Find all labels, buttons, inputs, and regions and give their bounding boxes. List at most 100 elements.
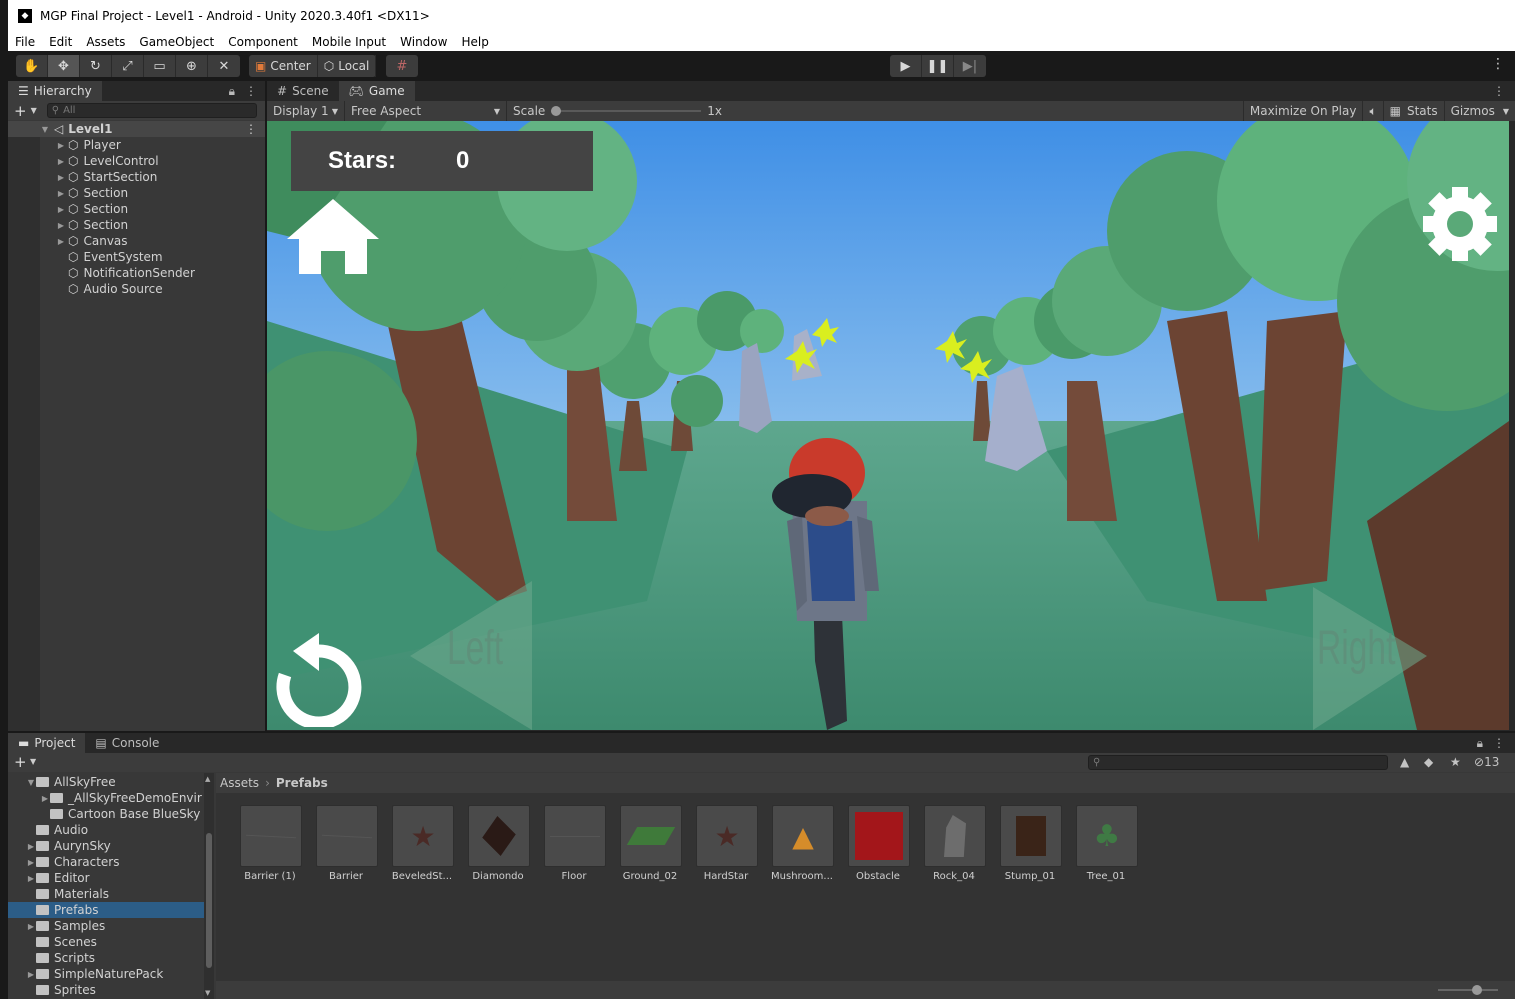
hierarchy-item[interactable]: ▶ ⬡ LevelControl bbox=[8, 153, 265, 169]
hierarchy-menu-icon[interactable]: ⋮ bbox=[245, 84, 257, 99]
game-viewport[interactable]: Stars: 0 Left Right bbox=[267, 121, 1509, 730]
mute-audio-icon[interactable]: 🔈︎ bbox=[1363, 101, 1384, 121]
create-dropdown-icon[interactable]: ▼ bbox=[31, 106, 37, 115]
expand-arrow-icon[interactable]: ▶ bbox=[26, 858, 36, 867]
menu-edit[interactable]: Edit bbox=[42, 35, 79, 49]
asset-item[interactable]: Ground_02 bbox=[612, 805, 688, 885]
scroll-down-icon[interactable]: ▼ bbox=[205, 989, 210, 997]
hierarchy-item[interactable]: ▶ ⬡ Section bbox=[8, 185, 265, 201]
pause-icon[interactable]: ❚❚ bbox=[922, 55, 954, 77]
gizmos-dropdown[interactable]: Gizmos ▼ bbox=[1445, 101, 1515, 121]
folder-item[interactable]: Scripts bbox=[8, 950, 204, 966]
asset-item[interactable]: ★ BeveledSt... bbox=[384, 805, 460, 885]
pivot-local-button[interactable]: ⬡ Local bbox=[318, 55, 377, 77]
stats-toggle[interactable]: ▦ Stats bbox=[1384, 101, 1445, 121]
scale-tool-icon[interactable]: ⤢ bbox=[112, 55, 144, 77]
favorite-star-icon[interactable]: ★ bbox=[1450, 755, 1461, 769]
expand-arrow-icon[interactable]: ▶ bbox=[26, 922, 36, 931]
step-icon[interactable]: ▶| bbox=[954, 55, 986, 77]
project-menu-icon[interactable]: ⋮ bbox=[1493, 736, 1505, 751]
asset-item[interactable]: ★ HardStar bbox=[688, 805, 764, 885]
hierarchy-item[interactable]: ▶ ⬡ Canvas bbox=[8, 233, 265, 249]
expand-arrow-icon[interactable]: ▶ bbox=[26, 970, 36, 979]
folder-item[interactable]: Cartoon Base BlueSky bbox=[8, 806, 204, 822]
play-icon[interactable]: ▶ bbox=[890, 55, 922, 77]
hierarchy-item[interactable]: ▶ ⬡ Section bbox=[8, 201, 265, 217]
create-plus-icon[interactable]: + bbox=[14, 753, 27, 771]
pivot-center-button[interactable]: ▣ Center bbox=[249, 55, 318, 77]
project-search-input[interactable]: ⚲ bbox=[1088, 755, 1388, 770]
folder-item[interactable]: Scenes bbox=[8, 934, 204, 950]
asset-item[interactable]: Floor bbox=[536, 805, 612, 885]
right-button[interactable]: Right bbox=[1317, 621, 1395, 676]
expand-arrow-icon[interactable]: ▶ bbox=[56, 205, 66, 214]
expand-arrow-icon[interactable]: ▶ bbox=[40, 794, 50, 803]
menu-component[interactable]: Component bbox=[221, 35, 305, 49]
scrollbar-thumb[interactable] bbox=[206, 833, 212, 968]
expand-arrow-icon[interactable]: ▶ bbox=[26, 842, 36, 851]
asset-item[interactable]: ♣ Tree_01 bbox=[1068, 805, 1144, 885]
transform-tool-icon[interactable]: ⊕ bbox=[176, 55, 208, 77]
rect-tool-icon[interactable]: ▭ bbox=[144, 55, 176, 77]
lock-icon[interactable]: 🔒︎ bbox=[229, 84, 235, 99]
expand-arrow-icon[interactable]: ▶ bbox=[26, 874, 36, 883]
tab-console[interactable]: ▤ Console bbox=[85, 733, 169, 753]
search-by-label-icon[interactable]: ◆ bbox=[1424, 755, 1433, 769]
expand-arrow-icon[interactable]: ▶ bbox=[56, 237, 66, 246]
tab-hierarchy[interactable]: ☰ Hierarchy bbox=[8, 81, 102, 101]
scale-slider[interactable] bbox=[551, 105, 702, 117]
hierarchy-item[interactable]: ▶ ⬡ Section bbox=[8, 217, 265, 233]
hidden-packages-button[interactable]: ⊘13 bbox=[1474, 755, 1499, 769]
folder-item[interactable]: Sprites bbox=[8, 982, 204, 998]
asset-item[interactable]: Diamondo bbox=[460, 805, 536, 885]
tab-project[interactable]: ▬ Project bbox=[8, 733, 86, 753]
create-plus-icon[interactable]: + bbox=[8, 102, 31, 120]
game-menu-icon[interactable]: ⋮ bbox=[1493, 84, 1515, 98]
folder-item[interactable]: Audio bbox=[8, 822, 204, 838]
asset-item[interactable]: Obstacle bbox=[840, 805, 916, 885]
folder-item[interactable]: ▶ AurynSky bbox=[8, 838, 204, 854]
expand-arrow-icon[interactable]: ▶ bbox=[56, 141, 66, 150]
hierarchy-item[interactable]: ▶ ⬡ Player bbox=[8, 137, 265, 153]
hand-tool-icon[interactable]: ✋ bbox=[16, 55, 48, 77]
folder-item[interactable]: ▶ SimpleNaturePack bbox=[8, 966, 204, 982]
hierarchy-search-input[interactable]: ⚲ All bbox=[46, 103, 257, 118]
folder-item[interactable]: ▼ AllSkyFree bbox=[8, 774, 204, 790]
thumbnail-size-thumb[interactable] bbox=[1472, 985, 1482, 995]
settings-button[interactable] bbox=[1412, 187, 1507, 261]
toolbar-more-icon[interactable]: ⋮ bbox=[1491, 56, 1505, 72]
display-dropdown[interactable]: Display 1 ▼ bbox=[267, 101, 345, 121]
asset-item[interactable]: Barrier bbox=[308, 805, 384, 885]
expand-arrow-icon[interactable]: ▶ bbox=[56, 157, 66, 166]
asset-item[interactable]: ▲ Mushroom... bbox=[764, 805, 840, 885]
hierarchy-item[interactable]: ⬡ EventSystem bbox=[8, 249, 265, 265]
tab-scene[interactable]: # Scene bbox=[267, 81, 339, 101]
asset-item[interactable]: Rock_04 bbox=[916, 805, 992, 885]
folder-item[interactable]: Prefabs bbox=[8, 902, 204, 918]
aspect-dropdown[interactable]: Free Aspect ▼ bbox=[345, 101, 507, 121]
create-dropdown-icon[interactable]: ▼ bbox=[30, 757, 36, 766]
expand-arrow-icon[interactable]: ▶ bbox=[56, 189, 66, 198]
menu-help[interactable]: Help bbox=[454, 35, 495, 49]
expand-arrow-icon[interactable]: ▼ bbox=[26, 778, 36, 787]
thumbnail-size-slider[interactable] bbox=[1438, 989, 1498, 991]
asset-item[interactable]: Barrier (1) bbox=[232, 805, 308, 885]
project-tree-scrollbar[interactable]: ▲ ▼ bbox=[204, 773, 214, 999]
expand-arrow-icon[interactable]: ▶ bbox=[56, 173, 66, 182]
hierarchy-item[interactable]: ⬡ NotificationSender bbox=[8, 265, 265, 281]
breadcrumb-assets[interactable]: Assets bbox=[220, 776, 259, 790]
menu-gameobject[interactable]: GameObject bbox=[132, 35, 221, 49]
menu-assets[interactable]: Assets bbox=[79, 35, 132, 49]
scale-slider-thumb[interactable] bbox=[551, 106, 562, 116]
folder-item[interactable]: ▶ Characters bbox=[8, 854, 204, 870]
folder-item[interactable]: ▶ Samples bbox=[8, 918, 204, 934]
home-button[interactable] bbox=[287, 199, 379, 277]
menu-file[interactable]: File bbox=[8, 35, 42, 49]
move-tool-icon[interactable]: ✥ bbox=[48, 55, 80, 77]
rotate-tool-icon[interactable]: ↻ bbox=[80, 55, 112, 77]
tab-game[interactable]: 🎮︎ Game bbox=[338, 81, 415, 101]
folder-item[interactable]: ▶ Editor bbox=[8, 870, 204, 886]
custom-tool-icon[interactable]: ✕ bbox=[208, 55, 240, 77]
folder-item[interactable]: Materials bbox=[8, 886, 204, 902]
menu-window[interactable]: Window bbox=[393, 35, 454, 49]
